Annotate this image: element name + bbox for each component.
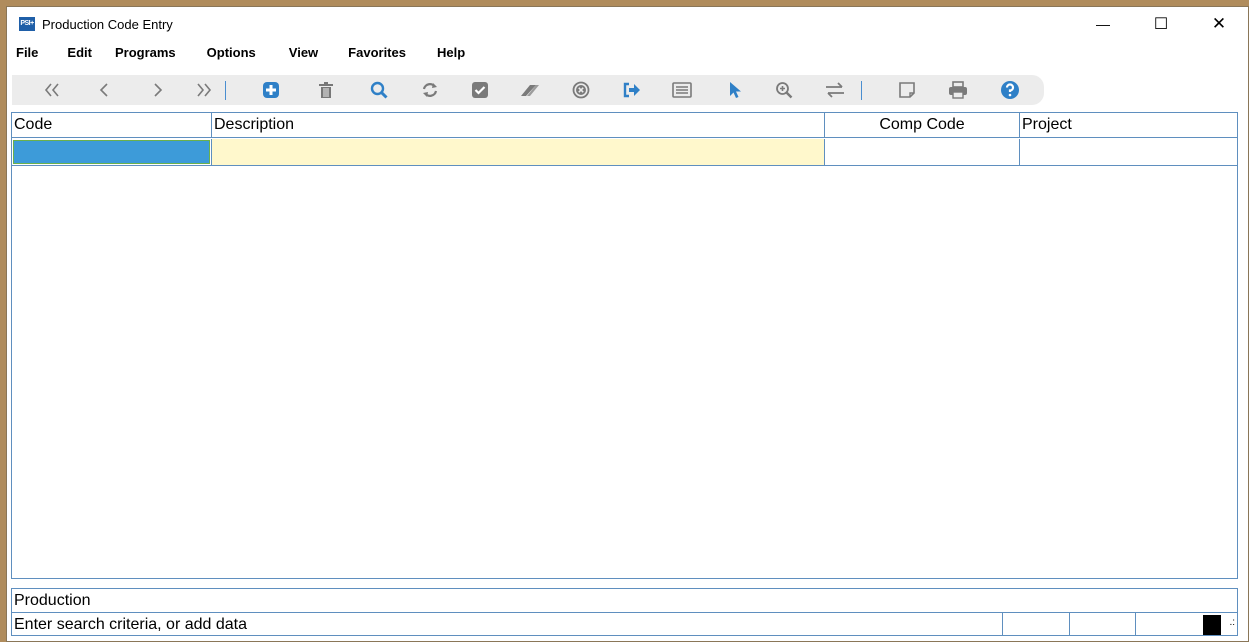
window-controls: — ☐ ✕ xyxy=(1074,7,1248,41)
list-icon[interactable] xyxy=(670,78,694,102)
toolbar-separator xyxy=(225,81,226,100)
last-record-icon[interactable] xyxy=(192,78,216,102)
project-cell[interactable] xyxy=(1020,139,1237,165)
title-bar[interactable]: PSI+ Production Code Entry — ☐ ✕ xyxy=(7,7,1248,41)
status-message: Enter search criteria, or add data xyxy=(14,616,248,633)
code-cell-selection xyxy=(13,140,210,164)
next-record-icon[interactable] xyxy=(146,78,170,102)
grid-header: Code Description Comp Code Project xyxy=(12,113,1237,138)
code-cell[interactable] xyxy=(12,139,212,165)
resize-grip-icon[interactable]: .: xyxy=(1229,617,1235,628)
accept-icon[interactable] xyxy=(468,78,492,102)
zoom-icon[interactable] xyxy=(772,78,796,102)
section-label: Production xyxy=(11,588,1238,613)
menu-help[interactable]: Help xyxy=(437,45,465,60)
exit-icon[interactable] xyxy=(620,78,644,102)
menu-view[interactable]: View xyxy=(289,45,318,60)
status-bar: Enter search criteria, or add data .: xyxy=(11,612,1238,636)
first-record-icon[interactable] xyxy=(40,78,64,102)
minimize-button[interactable]: — xyxy=(1074,7,1132,41)
comp-code-cell[interactable] xyxy=(825,139,1020,165)
status-panel xyxy=(1135,613,1201,636)
menu-programs[interactable]: Programs xyxy=(115,45,176,60)
status-panel xyxy=(1069,613,1135,636)
maximize-button[interactable]: ☐ xyxy=(1132,7,1190,41)
column-header-project[interactable]: Project xyxy=(1020,113,1243,138)
toolbar xyxy=(12,75,1044,105)
menu-edit[interactable]: Edit xyxy=(67,45,92,60)
clear-icon[interactable] xyxy=(518,78,542,102)
table-row xyxy=(12,139,1237,166)
close-button[interactable]: ✕ xyxy=(1190,7,1248,41)
app-logo-icon: PSI+ xyxy=(19,17,35,31)
status-indicator xyxy=(1203,615,1221,635)
help-icon[interactable] xyxy=(998,78,1022,102)
window-title: Production Code Entry xyxy=(42,16,173,32)
cancel-icon[interactable] xyxy=(569,78,593,102)
menu-options[interactable]: Options xyxy=(207,45,256,60)
search-icon[interactable] xyxy=(367,78,391,102)
column-header-comp-code[interactable]: Comp Code xyxy=(825,113,1020,138)
add-icon[interactable] xyxy=(259,78,283,102)
refresh-icon[interactable] xyxy=(418,78,442,102)
toolbar-separator xyxy=(861,81,862,100)
data-grid: Code Description Comp Code Project xyxy=(11,112,1238,579)
delete-icon[interactable] xyxy=(314,78,338,102)
column-header-description[interactable]: Description xyxy=(212,113,825,138)
swap-icon[interactable] xyxy=(823,78,847,102)
print-icon[interactable] xyxy=(946,78,970,102)
previous-record-icon[interactable] xyxy=(92,78,116,102)
note-icon[interactable] xyxy=(895,78,919,102)
status-panel xyxy=(1002,613,1069,636)
menu-favorites[interactable]: Favorites xyxy=(348,45,406,60)
menu-bar: File Edit Programs Options View Favorite… xyxy=(7,41,1248,63)
column-header-code[interactable]: Code xyxy=(12,113,212,138)
pointer-icon[interactable] xyxy=(723,78,747,102)
menu-file[interactable]: File xyxy=(16,45,38,60)
description-cell[interactable] xyxy=(212,139,825,165)
